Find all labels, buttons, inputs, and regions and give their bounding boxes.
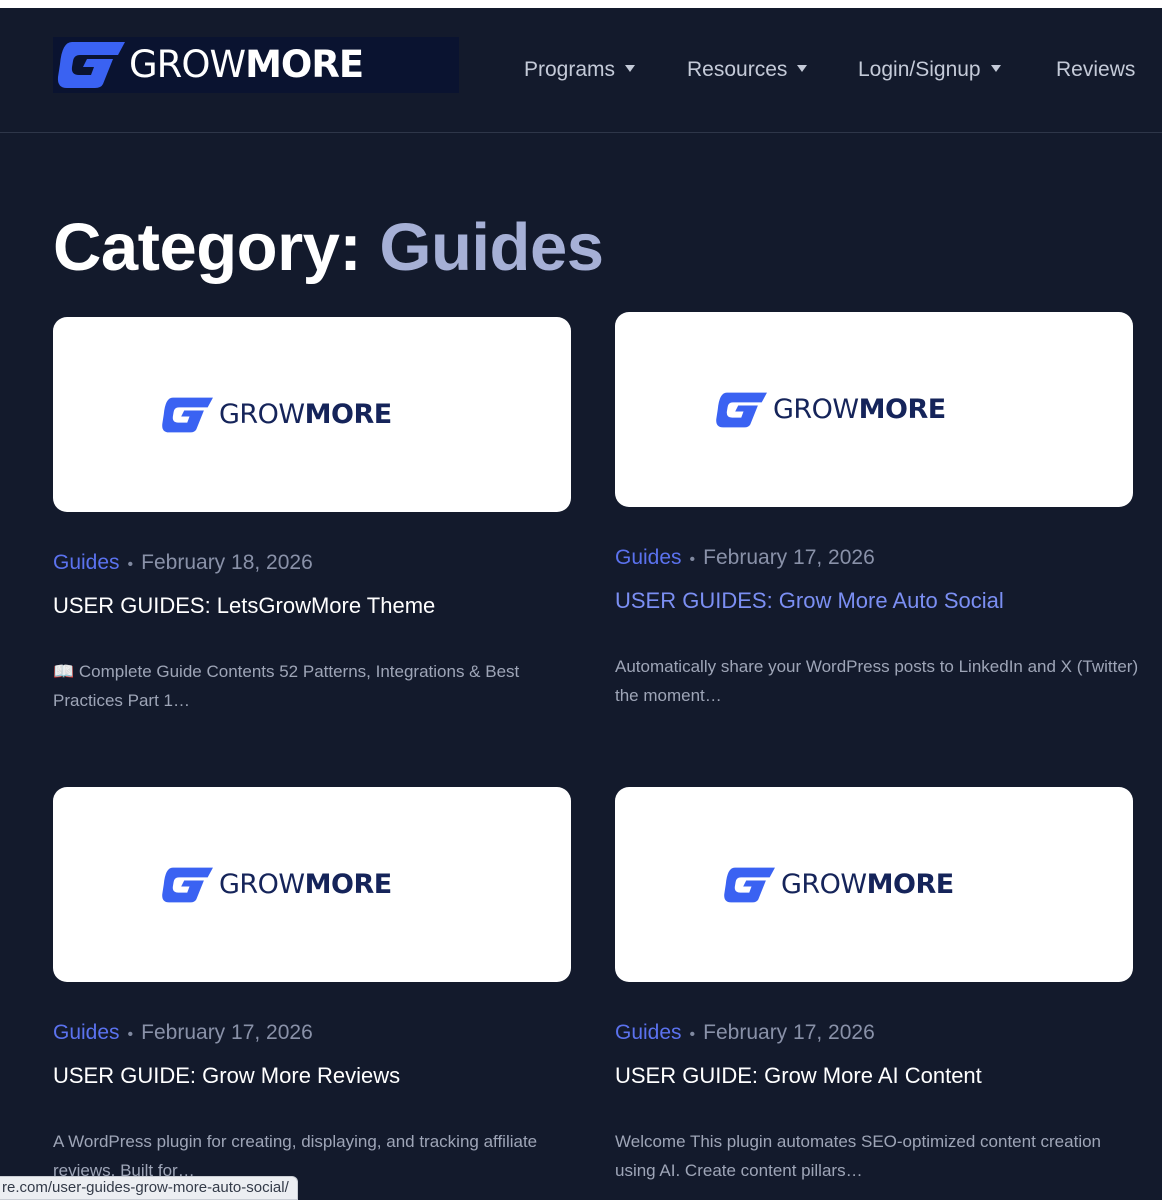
post-title-link[interactable]: USER GUIDE: Grow More AI Content [615, 1062, 982, 1090]
thumbnail-wordmark: GROWMORE [781, 869, 954, 901]
thumbnail-wordmark: GROWMORE [773, 394, 946, 426]
site-header: GROWMORE Programs Resources Login/Signup… [0, 8, 1162, 133]
caret-down-icon [797, 65, 808, 72]
logo-grow: GROW [129, 43, 246, 86]
post-excerpt: Welcome This plugin automates SEO-optimi… [615, 1132, 1102, 1180]
site-logo[interactable]: GROWMORE [53, 37, 459, 93]
post-excerpt: Automatically share your WordPress posts… [615, 657, 1139, 705]
post-category-link[interactable]: Guides [53, 1021, 120, 1044]
post-thumbnail[interactable]: GROWMORE [53, 317, 571, 512]
post-meta: Guides • February 18, 2026 [53, 550, 313, 578]
post-thumbnail[interactable]: GROWMORE [53, 787, 571, 982]
post-category-link[interactable]: Guides [615, 546, 682, 569]
post-title-link[interactable]: USER GUIDES: LetsGrowMore Theme [53, 592, 435, 620]
nav-login-signup-label: Login/Signup [858, 58, 981, 81]
post-meta: Guides • February 17, 2026 [615, 1020, 875, 1048]
post-category-link[interactable]: Guides [615, 1021, 682, 1044]
meta-separator: • [689, 1026, 696, 1043]
caret-down-icon [625, 65, 636, 72]
thumbnail-more: MORE [858, 394, 947, 425]
thumbnail-grow: GROW [781, 869, 867, 900]
meta-separator: • [127, 1026, 134, 1043]
logo-g-icon [716, 392, 767, 428]
caret-down-icon [990, 65, 1001, 72]
post-title-link[interactable]: USER GUIDES: Grow More Auto Social [615, 587, 1004, 615]
thumbnail-wordmark: GROWMORE [219, 399, 392, 431]
post-title-link[interactable]: USER GUIDE: Grow More Reviews [53, 1062, 400, 1090]
page-title: Category: Guides [53, 208, 604, 288]
post-excerpt: 📖 Complete Guide Contents 52 Patterns, I… [53, 662, 520, 710]
page: GROWMORE Programs Resources Login/Signup… [0, 8, 1162, 1200]
post-meta: Guides • February 17, 2026 [53, 1020, 313, 1048]
post-category-link[interactable]: Guides [53, 551, 120, 574]
post-date: February 17, 2026 [703, 546, 875, 569]
thumbnail-more: MORE [866, 869, 955, 900]
nav-reviews-label: Reviews [1056, 58, 1136, 81]
post-date: February 17, 2026 [141, 1021, 313, 1044]
meta-separator: • [689, 551, 696, 568]
post-date: February 18, 2026 [141, 551, 313, 574]
title-prefix: Category: [53, 210, 362, 285]
nav-resources-label: Resources [687, 58, 788, 81]
logo-g-icon [724, 867, 775, 903]
thumbnail-grow: GROW [219, 869, 305, 900]
post-thumbnail[interactable]: GROWMORE [615, 312, 1133, 507]
nav-reviews[interactable]: Reviews [1056, 57, 1135, 83]
logo-g-icon [57, 42, 126, 88]
thumbnail-wordmark: GROWMORE [219, 869, 392, 901]
post-thumbnail[interactable]: GROWMORE [615, 787, 1133, 982]
thumbnail-grow: GROW [773, 394, 859, 425]
thumbnail-grow: GROW [219, 399, 305, 430]
nav-resources[interactable]: Resources [687, 57, 808, 83]
post-meta: Guides • February 17, 2026 [615, 545, 875, 573]
logo-more: MORE [245, 43, 364, 86]
logo-g-icon [162, 867, 213, 903]
nav-programs-label: Programs [524, 58, 616, 81]
nav-login-signup[interactable]: Login/Signup [858, 57, 1001, 83]
logo-g-icon [162, 397, 213, 433]
meta-separator: • [127, 556, 134, 573]
link-status-bar: re.com/user-guides-grow-more-auto-social… [0, 1176, 298, 1200]
logo-wordmark: GROWMORE [129, 43, 364, 86]
thumbnail-more: MORE [304, 399, 393, 430]
nav-programs[interactable]: Programs [524, 57, 636, 83]
post-date: February 17, 2026 [703, 1021, 875, 1044]
thumbnail-more: MORE [304, 869, 393, 900]
title-term: Guides [379, 210, 604, 285]
